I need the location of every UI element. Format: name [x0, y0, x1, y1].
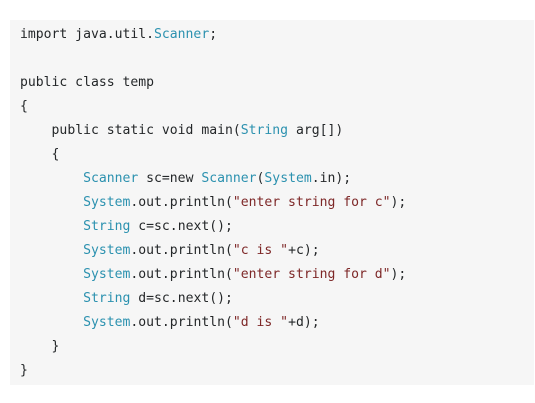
code-line: System.out.println("d is "+d);: [20, 311, 320, 335]
code-line: String c=sc.next();: [20, 215, 233, 239]
code-token: {: [51, 147, 60, 162]
code-type-token: System: [83, 315, 131, 330]
code-token: d=sc.next();: [130, 291, 233, 306]
code-token: +d);: [288, 315, 320, 330]
code-token: }: [51, 339, 60, 354]
code-string-token: "enter string for c": [232, 195, 391, 210]
code-line: {: [20, 143, 60, 167]
code-string-token: "enter string for d": [232, 267, 391, 282]
code-token: );: [390, 267, 407, 282]
code-type-token: String: [83, 291, 131, 306]
code-token: arg[]): [288, 123, 344, 138]
code-token: {: [20, 99, 28, 114]
code-string-token: "c is ": [232, 243, 289, 258]
code-token: .in);: [311, 171, 352, 186]
code-type-token: String: [83, 219, 131, 234]
code-token: .out.println(: [130, 267, 233, 282]
code-type-token: System: [83, 267, 131, 282]
code-token: public class temp: [20, 75, 155, 90]
code-line: {: [20, 95, 28, 119]
code-token: c=sc.next();: [130, 219, 233, 234]
code-block: import java.util.Scanner; public class te…: [10, 20, 534, 385]
code-type-token: System: [83, 243, 131, 258]
code-type-token: System: [83, 195, 131, 210]
code-type-token: Scanner: [154, 27, 210, 42]
code-token: }: [20, 363, 28, 378]
code-line: System.out.println("enter string for d")…: [20, 263, 406, 287]
code-token: +c);: [288, 243, 320, 258]
code-line: import java.util.Scanner;: [20, 23, 217, 47]
code-line: }: [20, 335, 60, 359]
code-type-token: Scanner: [83, 171, 139, 186]
code-token: .out.println(: [130, 243, 233, 258]
code-token: import java.util.: [20, 27, 155, 42]
code-line: String d=sc.next();: [20, 287, 233, 311]
code-type-token: String: [240, 123, 289, 138]
code-line: }: [20, 359, 28, 383]
code-type-token: System: [264, 171, 312, 186]
code-token: public static void main(: [51, 123, 241, 138]
code-line: Scanner sc=new Scanner(System.in);: [20, 167, 351, 191]
code-token: );: [390, 195, 407, 210]
code-token: .out.println(: [130, 195, 233, 210]
code-line: public static void main(String arg[]): [20, 119, 344, 143]
code-line: System.out.println("enter string for c")…: [20, 191, 406, 215]
code-token: sc=new: [138, 171, 202, 186]
code-token: ;: [209, 27, 218, 42]
code-line: public class temp: [20, 71, 154, 95]
code-line: System.out.println("c is "+c);: [20, 239, 320, 263]
code-type-token: Scanner: [201, 171, 257, 186]
code-token: .out.println(: [130, 315, 233, 330]
code-string-token: "d is ": [232, 315, 289, 330]
